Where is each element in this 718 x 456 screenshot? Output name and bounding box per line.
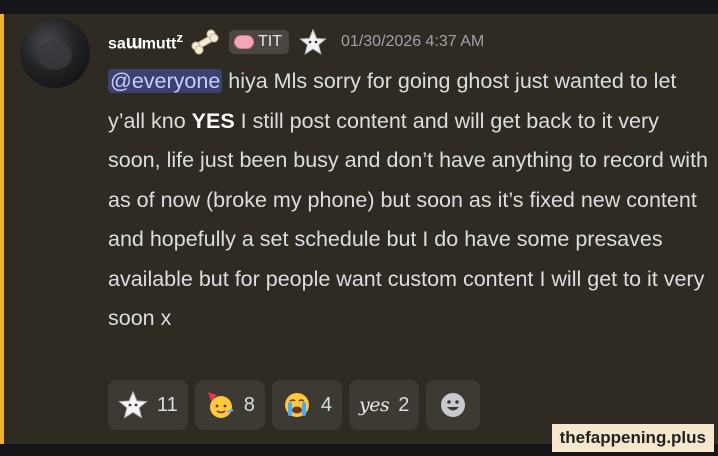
bone-icon <box>191 29 219 55</box>
yes-text-icon: yes <box>359 394 390 416</box>
reaction-crying[interactable]: 4 <box>271 380 343 430</box>
timestamp: 01/30/2026 4:37 AM <box>341 33 485 50</box>
reaction-star[interactable]: 11 <box>108 380 188 430</box>
username[interactable]: saɯmuttz <box>108 30 183 54</box>
username-prefix: sa <box>108 35 126 53</box>
role-label: TIT <box>258 33 283 50</box>
username-suffix: mutt <box>141 35 177 53</box>
username-stylized: ɯ <box>125 32 143 54</box>
add-reaction-button[interactable] <box>426 380 481 430</box>
reaction-count: 4 <box>320 393 333 416</box>
mention-everyone[interactable]: @everyone <box>108 69 223 93</box>
avatar-figure <box>38 40 72 70</box>
username-super: z <box>176 29 184 45</box>
message: saɯmuttz TIT 01/30/2026 4:37 AM @everyon… <box>0 14 718 444</box>
party-face-icon <box>207 392 234 418</box>
reaction-yes[interactable]: yes 2 <box>349 380 420 430</box>
crying-face-icon <box>284 393 309 417</box>
smiley-add-reaction-icon <box>441 393 466 417</box>
star-icon <box>299 28 327 55</box>
avatar[interactable] <box>20 18 90 88</box>
reaction-party[interactable]: 8 <box>194 380 265 430</box>
reaction-count: 2 <box>398 393 410 416</box>
watermark: thefappening.plus <box>551 424 714 452</box>
role-tag[interactable]: TIT <box>229 30 290 54</box>
message-text-part2: I still post content and will get back t… <box>108 108 708 331</box>
message-header: saɯmuttz TIT 01/30/2026 4:37 AM <box>108 28 484 56</box>
message-emphasis: YES <box>191 108 235 133</box>
message-content: @everyone hiya Mls sorry for going ghost… <box>108 62 708 339</box>
chat-frame: saɯmuttz TIT 01/30/2026 4:37 AM @everyon… <box>0 0 718 456</box>
reaction-count: 11 <box>157 393 178 416</box>
brain-icon <box>234 35 255 49</box>
reactions-bar: 11 8 4 yes 2 <box>108 380 481 430</box>
star-face-icon <box>118 390 148 419</box>
reaction-count: 8 <box>243 393 255 416</box>
